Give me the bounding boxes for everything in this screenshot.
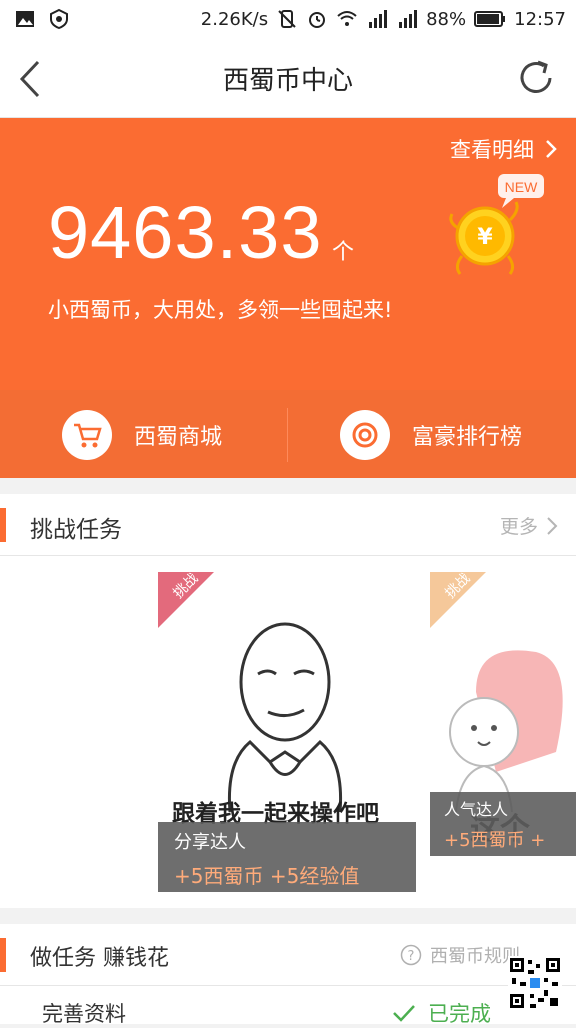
task-name: 人气达人: [444, 800, 509, 819]
card-caption: 分享达人 +5西蜀币 +5经验值: [158, 822, 416, 892]
coin-mascot-icon: NEW ¥: [449, 174, 544, 275]
mute-vibrate-icon: [278, 10, 296, 28]
page-title: 西蜀币中心: [222, 66, 353, 96]
check-icon: [393, 1005, 415, 1022]
battery-icon: [474, 11, 506, 27]
task-reward: +5西蜀币 +5经验值: [174, 864, 360, 888]
chevron-right-icon: [546, 140, 557, 158]
image-icon: [16, 11, 34, 27]
refresh-icon[interactable]: [514, 56, 558, 100]
cart-icon: [62, 410, 112, 460]
slogan-text: 小西蜀币，大用处，多领一些囤起来!: [48, 298, 393, 322]
task-reward: +5西蜀币 +: [444, 830, 546, 851]
ranking-icon: [340, 410, 390, 460]
rank-button[interactable]: 富豪排行榜: [340, 410, 522, 460]
coin-symbol: ¥: [477, 225, 493, 250]
coin-balance: 9463.33: [48, 191, 323, 274]
shop-bar: 西蜀商城 富豪排行榜: [0, 390, 576, 478]
challenge-card[interactable]: 挑战 跟着我一起来操作吧 分享达人 +5西蜀币 +5经验值: [158, 572, 416, 892]
meme-face-icon: [449, 650, 563, 812]
alarm-icon: [309, 12, 326, 28]
task-row[interactable]: 完善资料 已完成: [0, 986, 576, 1026]
view-details-label: 查看明细: [450, 138, 534, 162]
svg-text:?: ?: [408, 949, 415, 964]
help-icon: ?: [400, 944, 422, 966]
status-bar: 2.26K/s 88% 12:57: [0, 0, 576, 40]
meme-face-icon: [227, 622, 343, 812]
nav-bar: 西蜀币中心: [0, 40, 576, 118]
more-label: 更多: [499, 516, 538, 538]
accent-bar: [0, 508, 6, 542]
shield-icon: [50, 8, 68, 30]
rank-label: 富豪排行榜: [412, 425, 523, 450]
signal-icon: [399, 10, 418, 28]
challenge-tag: 挑战: [158, 572, 214, 628]
qr-code-icon: [508, 956, 562, 1010]
challenge-card[interactable]: 挑战 这个 人气达人 +5西蜀币 +: [430, 572, 576, 892]
challenge-section-header: 挑战任务 更多: [0, 494, 576, 556]
more-link[interactable]: 更多: [500, 512, 558, 539]
tasks-title: 做任务 赚钱花: [30, 946, 169, 971]
task-name: 分享达人: [174, 832, 246, 853]
coin-unit: 个: [332, 240, 355, 265]
view-details-link[interactable]: 查看明细: [450, 134, 558, 164]
clock: 12:57: [514, 8, 566, 30]
challenge-title: 挑战任务: [30, 517, 122, 543]
signal-icon: [369, 10, 388, 28]
challenge-tag: 挑战: [430, 572, 486, 628]
challenge-cards: 挑战 跟着我一起来操作吧 分享达人 +5西蜀币 +5经验值 挑战 这个 人气达人…: [0, 556, 576, 908]
mall-button[interactable]: 西蜀商城: [62, 410, 222, 460]
divider: [287, 408, 288, 462]
wifi-icon: [337, 11, 357, 26]
mall-label: 西蜀商城: [134, 425, 223, 450]
rules-label: 西蜀币规则: [430, 946, 520, 967]
rules-link[interactable]: ? 西蜀币规则: [400, 942, 520, 968]
accent-bar: [0, 938, 6, 972]
card-caption: 人气达人 +5西蜀币 +: [430, 792, 576, 856]
chevron-right-icon: [547, 516, 558, 535]
new-badge: NEW: [505, 179, 538, 195]
net-speed: 2.26K/s: [200, 8, 269, 30]
tasks-section-header: 做任务 赚钱花 ? 西蜀币规则: [0, 924, 576, 986]
battery-percent: 88%: [426, 8, 467, 30]
balance-panel: 查看明细 9463.33 个 小西蜀币，大用处，多领一些囤起来! NEW ¥: [0, 118, 576, 390]
